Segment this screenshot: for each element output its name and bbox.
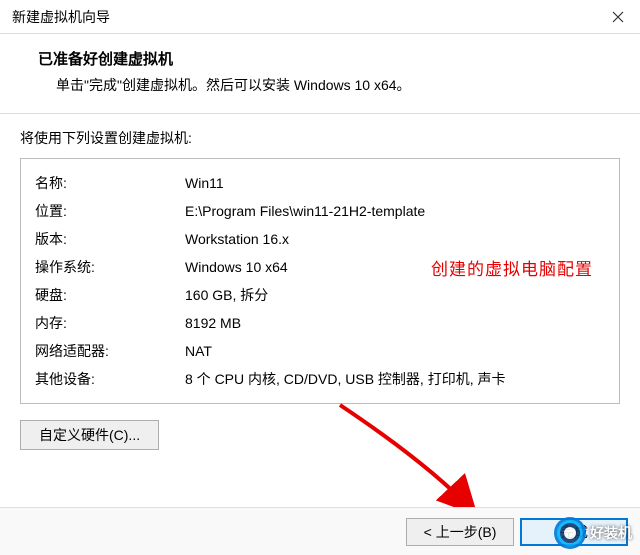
customize-hardware-button[interactable]: 自定义硬件(C)... [20,420,159,450]
summary-value: 8192 MB [185,309,605,337]
summary-value: 160 GB, 拆分 [185,281,605,309]
summary-label: 内存: [35,309,185,337]
summary-row: 硬盘:160 GB, 拆分 [35,281,605,309]
summary-value: 8 个 CPU 内核, CD/DVD, USB 控制器, 打印机, 声卡 [185,365,605,393]
close-button[interactable] [596,0,640,34]
summary-label: 操作系统: [35,253,185,281]
summary-label: 其他设备: [35,365,185,393]
window-title: 新建虚拟机向导 [12,7,110,27]
summary-value: E:\Program Files\win11-21H2-template [185,197,605,225]
summary-row: 版本:Workstation 16.x [35,225,605,253]
titlebar: 新建虚拟机向导 [0,0,640,34]
watermark-logo-icon [554,517,586,549]
summary-value: NAT [185,337,605,365]
back-button[interactable]: < 上一步(B) [406,518,514,546]
annotation-text: 创建的虚拟电脑配置 [431,255,593,280]
summary-value: Workstation 16.x [185,225,605,253]
summary-label: 版本: [35,225,185,253]
watermark: 好装机 [554,517,632,549]
summary-label: 网络适配器: [35,337,185,365]
summary-row: 网络适配器:NAT [35,337,605,365]
summary-label: 硬盘: [35,281,185,309]
wizard-footer: < 上一步(B) 完成 [0,507,640,555]
customize-row: 自定义硬件(C)... [0,404,640,466]
summary-row: 位置:E:\Program Files\win11-21H2-template [35,197,605,225]
summary-row: 名称:Win11 [35,169,605,197]
summary-panel: 名称:Win11位置:E:\Program Files\win11-21H2-t… [20,158,620,404]
summary-row: 内存:8192 MB [35,309,605,337]
header-title: 已准备好创建虚拟机 [38,48,616,69]
close-icon [612,11,624,23]
summary-label: 位置: [35,197,185,225]
header-subtitle: 单击"完成"创建虚拟机。然后可以安装 Windows 10 x64。 [38,75,616,95]
summary-label: 名称: [35,169,185,197]
summary-value: Win11 [185,169,605,197]
summary-row: 其他设备:8 个 CPU 内核, CD/DVD, USB 控制器, 打印机, 声… [35,365,605,393]
watermark-text: 好装机 [590,523,632,543]
settings-intro: 将使用下列设置创建虚拟机: [0,114,640,158]
wizard-header: 已准备好创建虚拟机 单击"完成"创建虚拟机。然后可以安装 Windows 10 … [0,34,640,113]
